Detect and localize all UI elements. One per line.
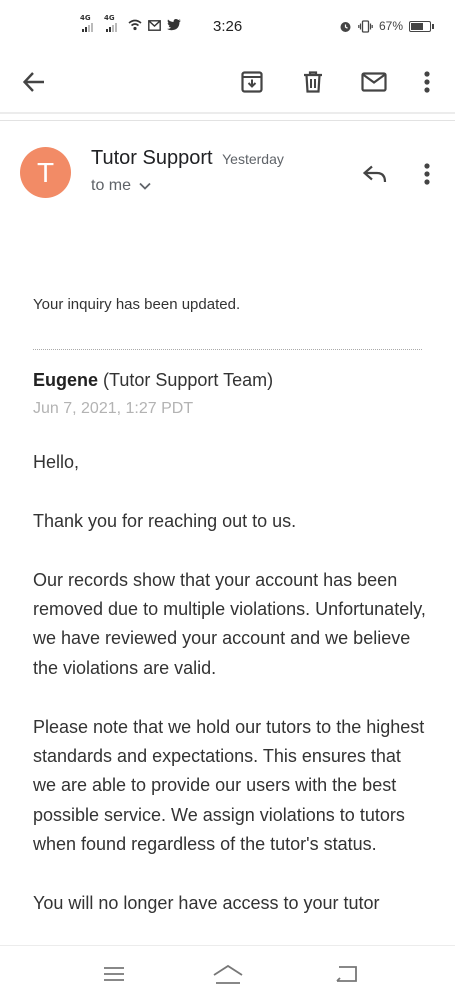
mark-unread-button[interactable] — [354, 62, 394, 102]
back-nav-icon — [336, 966, 357, 982]
battery-level — [411, 22, 424, 30]
delete-button[interactable] — [293, 62, 333, 102]
status-icons-right: 67% — [339, 19, 434, 33]
status-bar: 4G 4G 3:26 67% — [0, 0, 455, 56]
network-type-label: 4G — [104, 14, 115, 22]
home-icon — [213, 964, 243, 984]
message-more-button[interactable] — [410, 156, 444, 192]
body-paragraph: Please note that we hold our tutors to t… — [33, 716, 425, 855]
chevron-down-icon — [139, 182, 151, 190]
body-paragraph: Thank you for reaching out to us. — [33, 510, 297, 531]
body-paragraph: Hello, — [33, 452, 80, 472]
status-icons-left: 4G 4G — [80, 14, 181, 32]
delete-icon — [304, 71, 322, 93]
back-nav-button[interactable] — [326, 958, 366, 990]
toolbar-divider — [0, 112, 455, 114]
back-arrow-icon — [23, 72, 44, 92]
clock: 3:26 — [213, 18, 243, 35]
menu-nav-button[interactable] — [94, 958, 134, 990]
battery-icon — [409, 20, 434, 32]
sender-name[interactable]: Tutor Support — [91, 147, 213, 169]
message-toolbar — [0, 56, 455, 108]
sender-avatar[interactable]: T — [20, 147, 71, 198]
message-time: Yesterday — [222, 151, 284, 167]
more-vert-icon — [424, 163, 430, 185]
sender-line: Tutor Support Yesterday — [91, 147, 284, 170]
battery-percent: 67% — [378, 19, 403, 33]
back-button[interactable] — [14, 62, 54, 102]
system-nav-bar — [0, 945, 455, 1000]
archive-icon — [241, 71, 263, 93]
recipient-toggle[interactable]: to me — [91, 177, 151, 195]
inquiry-notice: Your inquiry has been updated. — [33, 296, 241, 313]
author-name: Eugene — [33, 370, 99, 390]
toolbar-divider — [0, 120, 455, 121]
reply-date: Jun 7, 2021, 1:27 PDT — [33, 400, 194, 417]
reply-button[interactable] — [357, 156, 393, 192]
network-type-label: 4G — [80, 14, 91, 22]
author-team: (Tutor Support Team) — [103, 370, 274, 390]
home-nav-button[interactable] — [208, 958, 248, 990]
mark-unread-icon — [361, 72, 387, 92]
wifi-icon — [128, 19, 142, 31]
more-options-button[interactable] — [407, 62, 447, 102]
more-vert-icon — [424, 71, 430, 93]
gmail-notification-icon — [148, 19, 161, 31]
alarm-icon — [340, 21, 351, 32]
recipient-label: to me — [91, 177, 132, 194]
reply-author: Eugene (Tutor Support Team) — [33, 370, 273, 391]
content-divider — [33, 349, 422, 350]
cellular-signal-icon: 4G — [80, 14, 98, 32]
reply-icon — [363, 165, 387, 183]
cellular-signal-icon: 4G — [104, 14, 122, 32]
body-paragraph: You will no longer have access to your t… — [33, 893, 380, 914]
menu-icon — [104, 967, 124, 981]
vibrate-icon — [358, 19, 373, 33]
email-body: Hello, Thank you for reaching out to us.… — [33, 448, 428, 948]
body-paragraph: Our records show that your account has b… — [33, 569, 426, 678]
archive-button[interactable] — [232, 62, 272, 102]
twitter-icon — [167, 19, 181, 31]
